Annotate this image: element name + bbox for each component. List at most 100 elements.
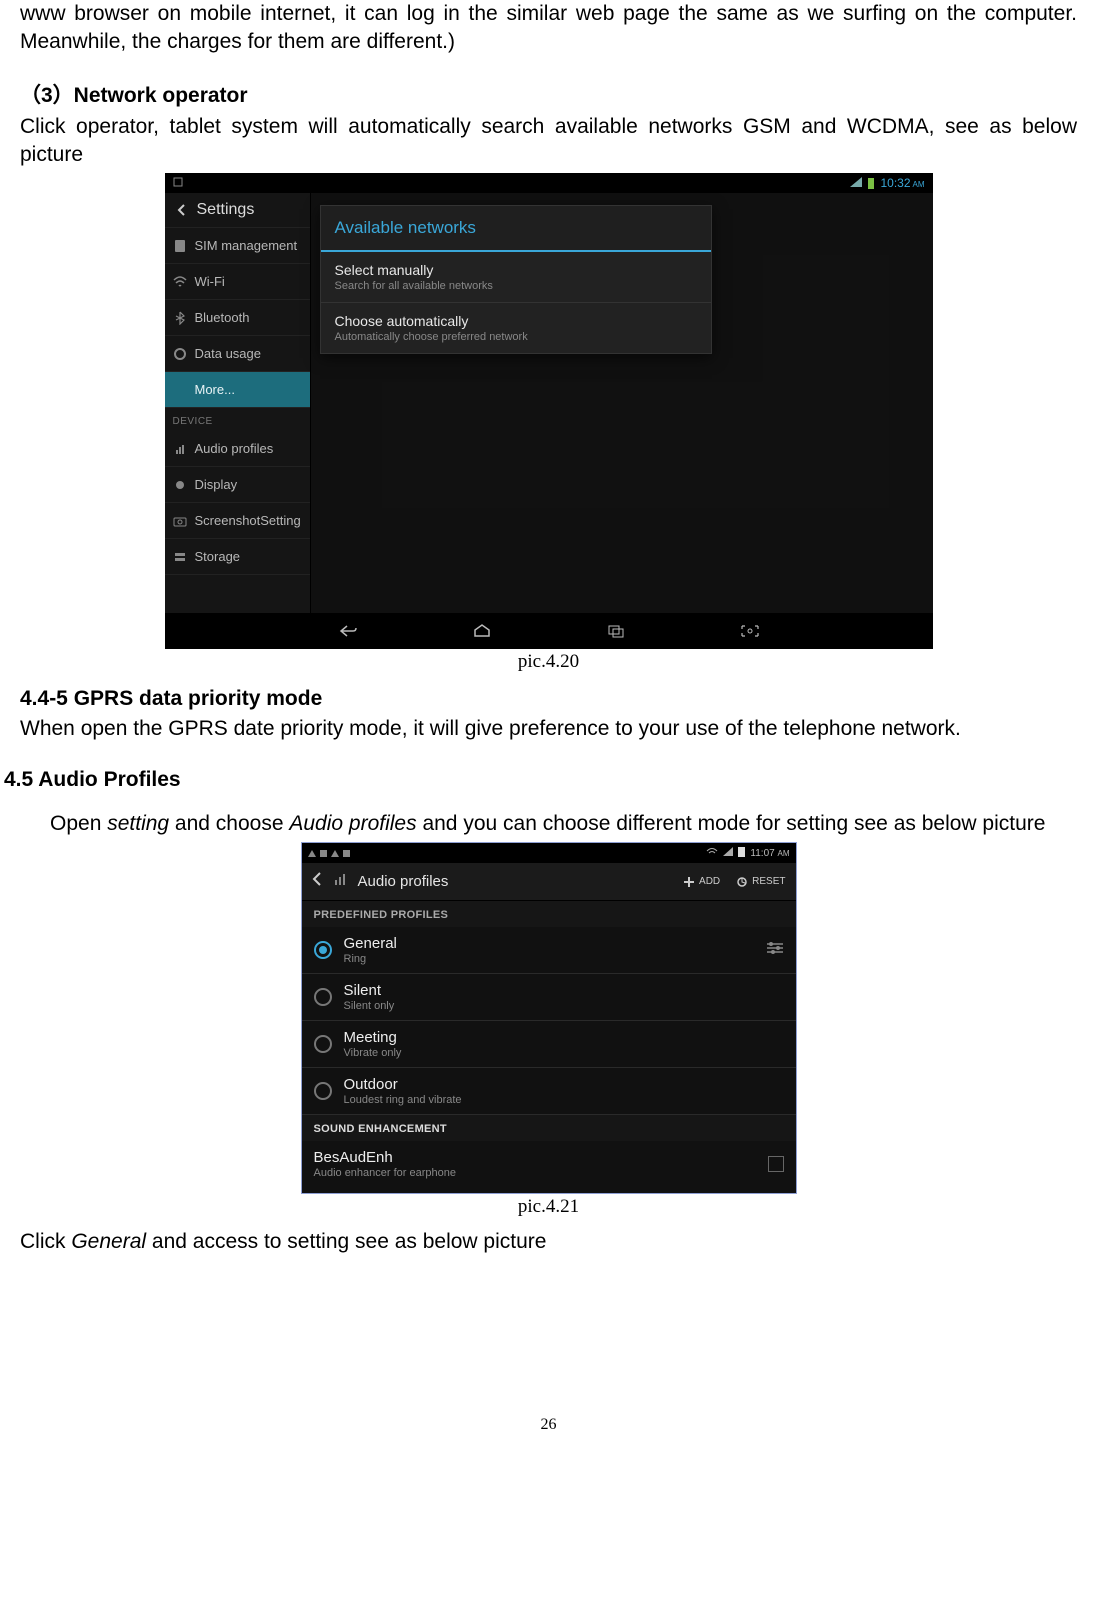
nav-back-button[interactable] [336,622,360,640]
screenshot-available-networks: 10:32AM Settings SIM management [165,173,933,649]
sidebar-item-label: Display [195,477,238,492]
status-time: 10:32AM [880,176,924,190]
status-bar: 10:32AM [165,173,933,193]
paragraph-intro: www browser on mobile internet, it can l… [20,0,1077,57]
page-number: 26 [20,1416,1077,1434]
storage-icon [173,550,187,564]
enhancement-subtitle: Audio enhancer for earphone [314,1167,756,1179]
heading-network-operator: （3）Network operator [20,79,1077,109]
checkbox-icon[interactable] [768,1156,784,1172]
back-icon [175,203,189,217]
profile-outdoor[interactable]: Outdoor Loudest ring and vibrate [302,1068,796,1115]
battery-icon [868,178,874,189]
sidebar-item-wifi[interactable]: Wi-Fi [165,264,310,300]
sidebar-item-label: Bluetooth [195,310,250,325]
paragraph-network-operator: Click operator, tablet system will autom… [20,113,1077,170]
sidebar-item-more[interactable]: More... [165,372,310,408]
profile-subtitle: Ring [344,953,754,965]
bluetooth-icon [173,311,187,325]
reset-button[interactable]: RESET [736,876,785,888]
sidebar-category-device: DEVICE [165,408,310,431]
nav-recent-button[interactable] [604,622,628,640]
heading-audio-profiles: 4.5 Audio Profiles [4,768,1077,792]
sidebar-item-label: SIM management [195,238,298,253]
back-icon[interactable] [312,872,322,891]
profile-title: Meeting [344,1029,784,1046]
dialog-item-title: Select manually [335,262,697,278]
more-icon [173,383,187,397]
dialog-item-title: Choose automatically [335,313,697,329]
dialog-title: Available networks [321,206,711,252]
sidebar-item-label: ScreenshotSetting [195,513,301,528]
profile-silent[interactable]: Silent Silent only [302,974,796,1021]
sidebar-item-audio-profiles[interactable]: Audio profiles [165,431,310,467]
sidebar-item-display[interactable]: Display [165,467,310,503]
profile-title: Silent [344,982,784,999]
status-icon [320,850,327,857]
nav-bar [165,613,933,649]
sidebar-title: Settings [197,201,255,219]
status-icon [343,850,350,857]
caption-pic-4-21: pic.4.21 [20,1196,1077,1218]
dialog-item-subtitle: Search for all available networks [335,280,697,292]
profile-subtitle: Silent only [344,1000,784,1012]
data-usage-icon [173,347,187,361]
camera-icon [173,514,187,528]
add-button[interactable]: ADD [683,876,720,888]
nav-home-button[interactable] [470,622,494,640]
section-predefined-profiles: PREDEFINED PROFILES [302,901,796,927]
paragraph-audio-profiles: Open setting and choose Audio profiles a… [38,810,1077,838]
wifi-icon [706,847,718,860]
paragraph-click-general: Click General and access to setting see … [20,1228,1077,1256]
profile-title: General [344,935,754,952]
title-bar: Audio profiles ADD RESET [302,863,796,901]
radio-icon [314,988,332,1006]
profile-title: Outdoor [344,1076,784,1093]
sidebar-item-bluetooth[interactable]: Bluetooth [165,300,310,336]
profile-subtitle: Loudest ring and vibrate [344,1094,784,1106]
dialog-item-subtitle: Automatically choose preferred network [335,331,697,343]
display-icon [173,478,187,492]
enhancement-title: BesAudEnh [314,1149,756,1166]
dialog-item-select-manually[interactable]: Select manually Search for all available… [321,252,711,303]
sidebar-item-storage[interactable]: Storage [165,539,310,575]
settings-sidebar: Settings SIM management Wi-Fi [165,193,311,613]
section-sound-enhancement: SOUND ENHANCEMENT [302,1115,796,1141]
status-bar: 11:07 AM [302,843,796,863]
enhancement-besaudenh[interactable]: BesAudEnh Audio enhancer for earphone [302,1141,796,1193]
status-icon [308,850,316,857]
heading-gprs: 4.4-5 GPRS data priority mode [20,687,1077,711]
sidebar-item-label: More... [195,382,235,397]
sidebar-item-data-usage[interactable]: Data usage [165,336,310,372]
audio-icon [173,442,187,456]
radio-selected-icon [314,941,332,959]
paragraph-gprs: When open the GPRS date priority mode, i… [20,715,1077,743]
wifi-icon [173,275,187,289]
caption-pic-4-20: pic.4.20 [20,651,1077,673]
battery-icon [738,846,745,860]
tune-icon[interactable] [766,941,784,960]
available-networks-dialog: Available networks Select manually Searc… [320,205,712,354]
screenshot-audio-profiles: 11:07 AM Audio profiles ADD [301,842,797,1194]
profile-subtitle: Vibrate only [344,1047,784,1059]
nav-screenshot-button[interactable] [738,622,762,640]
sidebar-item-screenshot-setting[interactable]: ScreenshotSetting [165,503,310,539]
sidebar-item-label: Wi-Fi [195,274,225,289]
status-time: 11:07 AM [750,848,789,859]
sidebar-item-label: Audio profiles [195,441,274,456]
signal-icon [850,177,862,190]
notification-icon [173,177,183,190]
app-icon [332,871,348,892]
profile-general[interactable]: General Ring [302,927,796,974]
radio-icon [314,1035,332,1053]
radio-icon [314,1082,332,1100]
sim-icon [173,239,187,253]
sidebar-item-sim[interactable]: SIM management [165,228,310,264]
sidebar-back[interactable]: Settings [165,193,310,228]
status-icon [331,850,339,857]
screen-title: Audio profiles [358,873,449,890]
sidebar-item-label: Storage [195,549,241,564]
profile-meeting[interactable]: Meeting Vibrate only [302,1021,796,1068]
dialog-item-choose-automatically[interactable]: Choose automatically Automatically choos… [321,303,711,353]
sidebar-item-label: Data usage [195,346,262,361]
